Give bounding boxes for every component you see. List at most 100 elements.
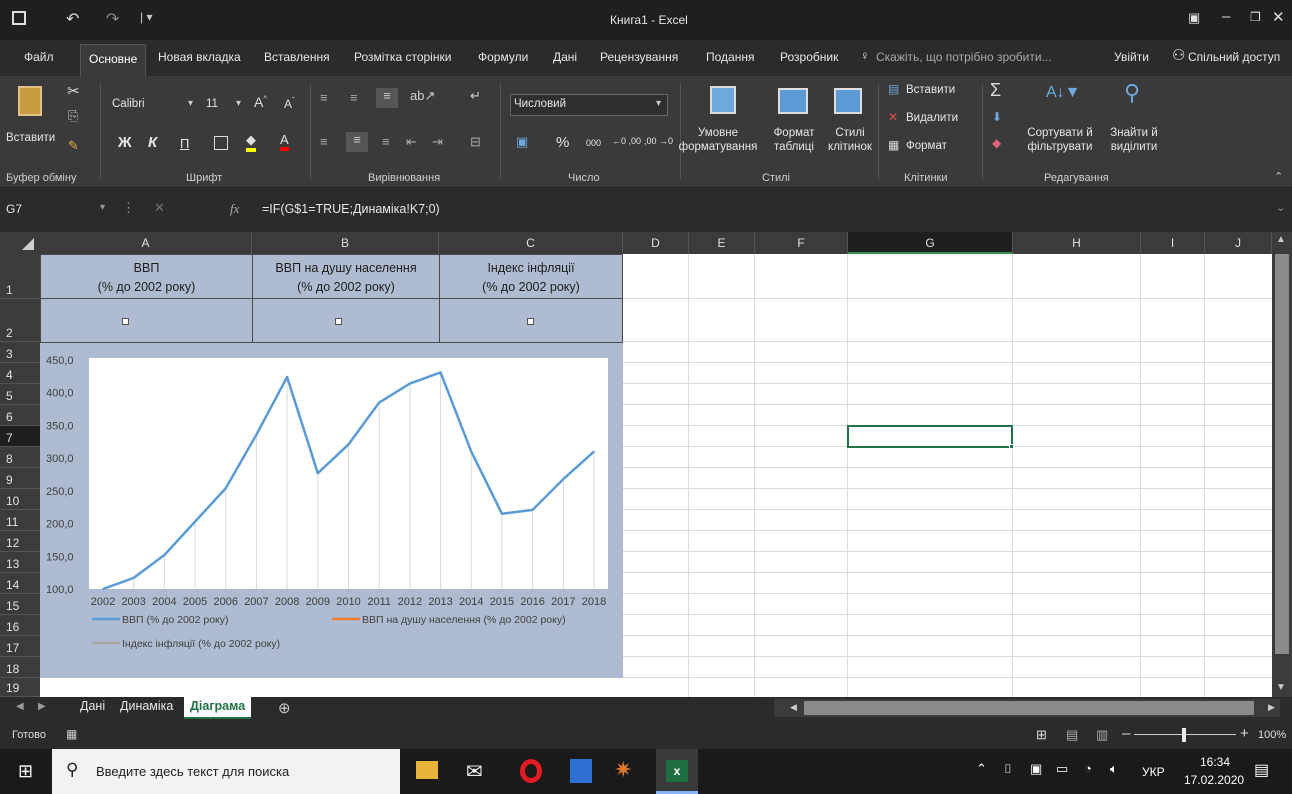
wrap-text-icon[interactable]: ↵ <box>470 88 481 104</box>
delete-cells-button[interactable]: Видалити <box>906 112 958 124</box>
sort-filter-button[interactable]: Сортувати й фільтрувати <box>1012 126 1108 154</box>
restore-icon[interactable]: ❐ <box>1250 10 1261 24</box>
font-name-dropdown-icon[interactable]: ▾ <box>188 98 193 109</box>
merge-center-icon[interactable]: ⊟ <box>470 134 481 150</box>
data-point[interactable] <box>347 443 350 446</box>
find-select-icon[interactable]: ⚲ <box>1124 80 1140 106</box>
tab-insert[interactable]: Вставлення <box>264 50 330 64</box>
line-chart[interactable]: 100,0 150,0 200,0 250,0 300,0 350,0 400,0 450,0… <box>40 343 623 678</box>
find-select-button[interactable]: Знайти й виділити <box>1106 126 1162 154</box>
align-middle-icon[interactable]: ≡ <box>350 90 358 105</box>
row-header[interactable]: 7 <box>0 426 40 447</box>
row-header[interactable]: 13 <box>0 552 40 573</box>
tab-page-layout[interactable]: Розмітка сторінки <box>354 50 451 64</box>
ribbon-display-icon[interactable]: ▣ <box>1188 10 1200 26</box>
wifi-icon[interactable]: ◔ <box>1084 761 1092 776</box>
inflation-checkbox[interactable] <box>527 318 534 325</box>
row-header[interactable]: 12 <box>0 531 40 552</box>
row-header[interactable]: 10 <box>0 489 40 510</box>
prev-sheet-icon[interactable]: ◀ <box>16 701 24 712</box>
undo-icon[interactable]: ↶ <box>66 9 79 29</box>
normal-view-icon[interactable]: ⊞ <box>1036 727 1047 743</box>
paste-button-label[interactable]: Вставити <box>6 132 55 144</box>
row-header[interactable]: 4 <box>0 363 40 384</box>
currency-icon[interactable]: ▣ <box>516 134 528 150</box>
browser-icon[interactable]: ✷ <box>614 757 632 783</box>
clear-icon[interactable]: ◆ <box>992 136 1001 150</box>
share-button[interactable]: Спільний доступ <box>1188 50 1280 64</box>
format-cells-button[interactable]: Формат <box>906 140 947 152</box>
data-point[interactable] <box>255 433 258 436</box>
font-color-icon[interactable]: A <box>280 132 289 151</box>
orientation-icon[interactable]: ab↗ <box>410 88 435 104</box>
delete-cells-icon[interactable]: ✕ <box>888 110 898 124</box>
chart-area[interactable]: 100,0 150,0 200,0 250,0 300,0 350,0 400,0 450,0… <box>40 343 623 678</box>
sheet-tab-data[interactable]: Дані <box>80 699 105 713</box>
zoom-in-icon[interactable]: + <box>1240 725 1249 742</box>
fill-icon[interactable]: ⬇ <box>992 110 1002 124</box>
fill-handle[interactable] <box>1009 444 1014 449</box>
tab-view[interactable]: Подання <box>706 50 754 64</box>
quick-access-dropdown-icon[interactable]: | ▾ <box>140 10 152 24</box>
horizontal-scroll-thumb[interactable] <box>804 701 1254 715</box>
underline-button[interactable]: П <box>180 136 189 151</box>
column-header-j[interactable]: J <box>1205 232 1272 254</box>
number-format-chevron-icon[interactable]: ▾ <box>656 98 661 109</box>
row-header[interactable]: 5 <box>0 384 40 405</box>
usb-icon[interactable]: ⌷ <box>1004 761 1012 777</box>
scroll-up-icon[interactable]: ▲ <box>1276 234 1286 245</box>
clock-date[interactable]: 17.02.2020 <box>1184 773 1244 787</box>
data-point[interactable] <box>132 577 135 579</box>
column-header-a[interactable]: A <box>40 232 252 254</box>
header-cell-gdp[interactable]: ВВП (% до 2002 року) <box>40 254 253 299</box>
opera-icon[interactable] <box>520 759 542 783</box>
data-point[interactable] <box>562 478 565 480</box>
paste-icon[interactable] <box>18 86 42 116</box>
zoom-slider-thumb[interactable] <box>1182 728 1186 742</box>
header-cell-gdp-per-capita[interactable]: ВВП на душу населення (% до 2002 року) <box>252 254 440 299</box>
expand-formula-icon[interactable]: ⌄ <box>1276 201 1285 214</box>
cell-styles-icon[interactable] <box>834 88 862 114</box>
font-name-field[interactable]: Calibri <box>112 98 145 110</box>
align-center-icon[interactable]: ≡ <box>346 132 368 152</box>
format-cells-icon[interactable]: ▦ <box>888 138 899 152</box>
row-header[interactable]: 16 <box>0 615 40 636</box>
macro-record-icon[interactable]: ▦ <box>66 727 77 741</box>
redo-icon[interactable]: ↷ <box>106 9 119 29</box>
tab-home[interactable]: Основне <box>80 44 147 76</box>
data-point[interactable] <box>409 382 411 385</box>
header-cell-inflation[interactable]: Індекс інфляції (% до 2002 року) <box>439 254 623 299</box>
tab-review[interactable]: Рецензування <box>600 50 678 64</box>
taskbar-search-input[interactable]: Введите здесь текст для поиска <box>96 764 289 779</box>
tab-developer[interactable]: Розробник <box>780 50 838 64</box>
app-tray-icon[interactable]: ▣ <box>1030 761 1042 777</box>
formula-menu-icon[interactable]: ⋮ <box>122 200 135 216</box>
worksheet-grid[interactable]: A B C D E F G H I J 1 2 3 4 5 6 7 8 9 10… <box>0 232 1292 697</box>
decrease-indent-icon[interactable]: ⇤ <box>406 134 417 150</box>
row-header[interactable]: 3 <box>0 342 40 363</box>
gdp-checkbox[interactable] <box>122 318 129 325</box>
row-header[interactable]: 11 <box>0 510 40 531</box>
format-table-button[interactable]: Формат таблиці <box>766 126 822 154</box>
format-table-icon[interactable] <box>778 88 808 114</box>
column-header-b[interactable]: B <box>252 232 439 254</box>
percent-button[interactable]: % <box>556 134 569 151</box>
tab-new[interactable]: Новая вкладка <box>158 50 241 64</box>
column-header-f[interactable]: F <box>755 232 848 254</box>
fx-icon[interactable]: fx <box>230 201 239 217</box>
insert-cells-icon[interactable]: ▤ <box>888 82 899 96</box>
tab-formulas[interactable]: Формули <box>478 50 528 64</box>
column-header-c[interactable]: C <box>439 232 623 254</box>
copy-icon[interactable]: ⎘ <box>68 108 78 124</box>
show-hidden-icons-icon[interactable]: ⌃ <box>976 761 987 777</box>
vertical-scroll-thumb[interactable] <box>1275 254 1289 654</box>
sort-filter-icon[interactable]: A↓▼ <box>1046 84 1081 102</box>
cell-styles-button[interactable]: Стилі клітинок <box>822 126 878 154</box>
file-explorer-icon[interactable] <box>416 761 438 779</box>
save-icon[interactable] <box>12 11 26 25</box>
row-header[interactable]: 14 <box>0 573 40 594</box>
sheet-tab-chart[interactable]: Діаграма <box>184 697 252 719</box>
signin-link[interactable]: Увійти <box>1114 50 1149 64</box>
data-point[interactable] <box>378 401 380 404</box>
formula-input[interactable]: =IF(G$1=TRUE;Динаміка!K7;0) <box>262 202 440 216</box>
